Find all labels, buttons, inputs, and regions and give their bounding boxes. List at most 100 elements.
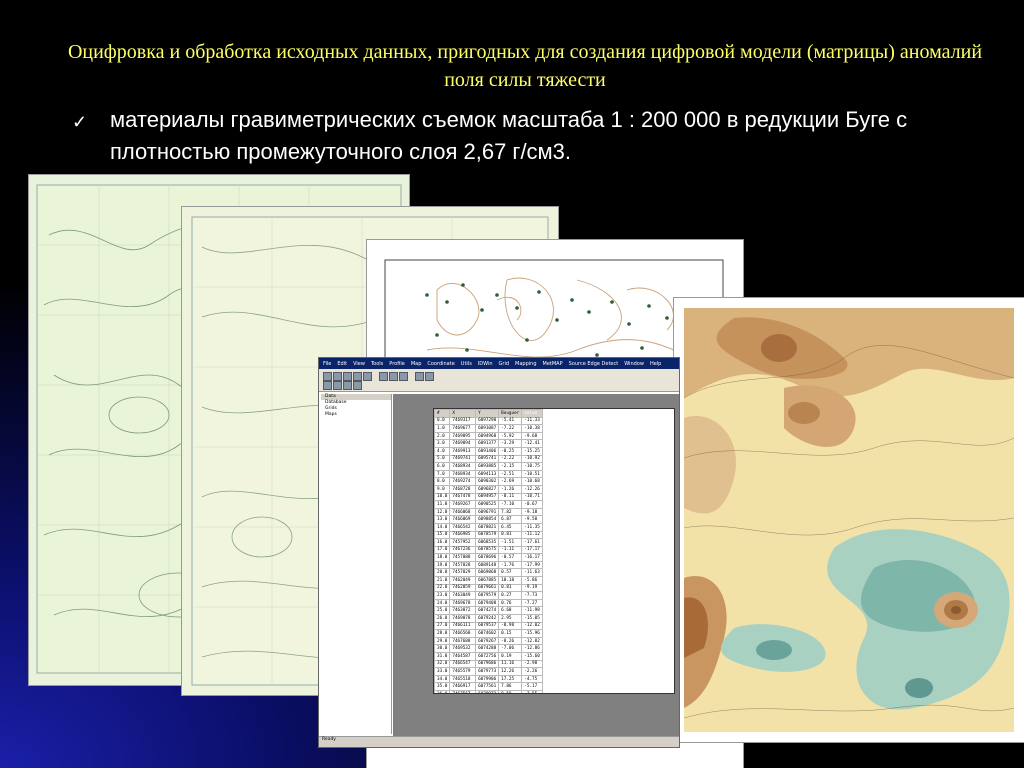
toolbar-button[interactable] <box>353 372 362 381</box>
table-cell[interactable]: 25.0 <box>434 606 451 616</box>
table-cell[interactable]: 7469913 <box>449 446 477 456</box>
table-cell[interactable]: 2.0 <box>434 431 451 441</box>
table-cell[interactable]: -17.99 <box>521 560 543 570</box>
table-cell[interactable]: -3.29 <box>498 439 523 448</box>
table-cell[interactable]: -12.02 <box>521 621 543 631</box>
table-cell[interactable]: 7469267 <box>449 500 477 509</box>
table-cell[interactable]: 6091087 <box>475 424 500 433</box>
table-cell[interactable]: 6068535 <box>475 538 500 547</box>
table-cell[interactable]: 6090525 <box>475 500 500 509</box>
toolbar-button[interactable] <box>323 372 332 381</box>
table-cell[interactable]: 12.0 <box>434 507 451 517</box>
table-row[interactable]: 27.0 7466111 6079537 -0.98 -12.02 <box>434 621 543 631</box>
table-cell[interactable]: 7468728 <box>449 484 477 494</box>
table-cell[interactable]: 7466917 <box>449 682 477 691</box>
menu-item[interactable]: IDWin <box>478 361 493 367</box>
table-cell[interactable]: 7457952 <box>449 538 477 547</box>
column-header[interactable]: X <box>449 409 477 418</box>
table-cell[interactable]: 7462049 <box>449 576 477 585</box>
table-cell[interactable]: 6096791 <box>475 507 500 517</box>
table-cell[interactable]: 0.19 <box>498 652 523 661</box>
table-cell[interactable]: 6074602 <box>475 629 500 638</box>
table-cell[interactable]: 7466111 <box>449 621 477 631</box>
table-cell[interactable]: 16.0 <box>434 538 451 547</box>
menu-item[interactable]: MetMAP <box>543 361 563 367</box>
table-cell[interactable]: -17.61 <box>521 538 543 547</box>
table-cell[interactable]: 1.0 <box>434 424 451 433</box>
menu-item[interactable]: Help <box>650 361 661 367</box>
table-cell[interactable]: -7.73 <box>521 591 543 600</box>
table-cell[interactable]: 7463872 <box>449 606 477 616</box>
table-cell[interactable]: -11.63 <box>521 568 543 578</box>
table-cell[interactable]: 6079906 <box>475 674 500 684</box>
table-cell[interactable]: 24.0 <box>434 598 451 608</box>
table-cell[interactable]: -2.22 <box>498 454 523 464</box>
menu-item[interactable]: View <box>353 361 365 367</box>
table-cell[interactable]: -10.92 <box>521 454 543 464</box>
table-cell[interactable]: 7466547 <box>449 659 477 669</box>
table-cell[interactable]: 27.0 <box>434 621 451 631</box>
table-cell[interactable]: 7465518 <box>449 674 477 684</box>
table-cell[interactable]: -0.25 <box>498 446 523 456</box>
table-row[interactable]: 31.0 7464587 6072756 0.19 -15.60 <box>434 652 543 661</box>
table-cell[interactable]: 6074288 <box>475 644 500 653</box>
table-cell[interactable]: 0.81 <box>498 583 523 593</box>
table-row[interactable]: 22.0 7462059 6079661 0.81 -9.19 <box>434 583 543 593</box>
table-cell[interactable]: -2.98 <box>521 659 543 669</box>
table-cell[interactable]: 2.95 <box>498 614 523 623</box>
column-header[interactable]: Bouguer <box>498 409 523 418</box>
table-cell[interactable]: 21.0 <box>434 576 451 585</box>
table-cell[interactable]: 6072756 <box>475 652 500 661</box>
table-cell[interactable]: 17.0 <box>434 545 451 555</box>
table-cell[interactable]: -1.76 <box>498 560 523 570</box>
toolbar-button[interactable] <box>333 372 342 381</box>
table-cell[interactable]: 12.26 <box>498 667 523 676</box>
table-cell[interactable]: 0.57 <box>498 568 523 578</box>
table-cell[interactable]: -0.26 <box>498 636 523 646</box>
table-cell[interactable]: 7457828 <box>449 560 477 570</box>
table-cell[interactable]: 6095741 <box>475 454 500 464</box>
table-cell[interactable]: -2.26 <box>521 667 543 676</box>
table-row[interactable]: 16.0 7457952 6068535 -1.51 -17.61 <box>434 538 543 547</box>
table-cell[interactable]: -10.75 <box>521 462 543 471</box>
toolbar-button[interactable] <box>425 372 434 381</box>
table-cell[interactable]: 6093885 <box>475 462 500 471</box>
table-row[interactable]: 10.0 7467478 6094957 -0.11 -10.71 <box>434 492 543 502</box>
menu-item[interactable]: Source Edge Detect <box>569 361 619 367</box>
menu-item[interactable]: Edit <box>337 361 347 367</box>
table-cell[interactable]: -9.19 <box>521 583 543 593</box>
table-cell[interactable]: 7469741 <box>449 454 477 464</box>
table-cell[interactable]: 33.0 <box>434 667 451 676</box>
table-cell[interactable]: 7464587 <box>449 652 477 661</box>
table-cell[interactable]: 7.86 <box>498 682 523 691</box>
table-cell[interactable]: -0.57 <box>498 553 523 562</box>
table-cell[interactable]: -9.68 <box>521 431 543 441</box>
menu-item[interactable]: Coordinate <box>427 361 454 367</box>
table-cell[interactable]: 6074274 <box>475 606 500 616</box>
table-cell[interactable]: -10.68 <box>521 477 543 486</box>
table-cell[interactable]: 7466542 <box>449 522 477 532</box>
toolbar-button[interactable] <box>363 372 372 381</box>
table-cell[interactable]: 7468934 <box>449 469 477 479</box>
toolbar-button[interactable] <box>333 381 342 390</box>
menu-item[interactable]: Window <box>624 361 644 367</box>
table-cell[interactable]: -5.86 <box>521 576 543 585</box>
table-cell[interactable]: 7462059 <box>449 583 477 593</box>
table-cell[interactable]: 7469678 <box>449 598 477 608</box>
toolbar-button[interactable] <box>389 372 398 381</box>
table-cell[interactable]: 32.0 <box>434 659 451 669</box>
table-cell[interactable]: 7469078 <box>449 614 477 623</box>
table-cell[interactable]: 6078575 <box>475 545 500 555</box>
table-cell[interactable]: -15.05 <box>521 614 543 623</box>
table-cell[interactable]: -5.92 <box>498 431 523 441</box>
table-cell[interactable]: 6079773 <box>475 667 500 676</box>
table-cell[interactable]: 10.0 <box>434 492 451 502</box>
table-cell[interactable]: 6094968 <box>475 431 500 441</box>
table-cell[interactable]: 36.0 <box>434 689 451 693</box>
toolbar-button[interactable] <box>379 372 388 381</box>
column-header[interactable]: value <box>521 409 543 418</box>
table-row[interactable]: 5.0 7469741 6095741 -2.22 -10.92 <box>434 454 543 464</box>
table-row[interactable]: 8.0 7469274 6090302 -2.69 -10.68 <box>434 477 543 486</box>
table-row[interactable]: 2.0 7469895 6094968 -5.92 -9.68 <box>434 431 543 441</box>
table-cell[interactable]: -10.71 <box>521 492 543 502</box>
